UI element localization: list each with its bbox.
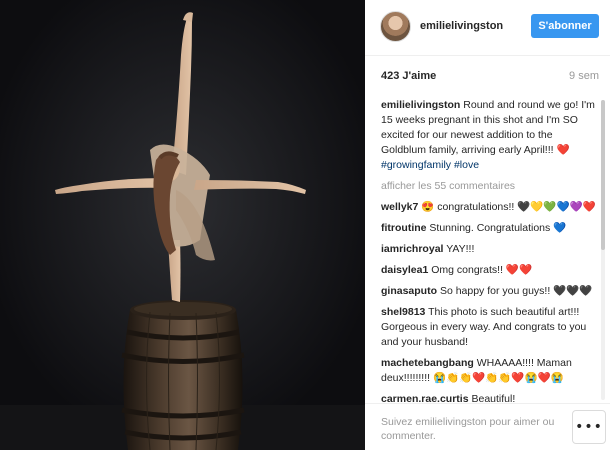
more-options-icon[interactable]: ••• (572, 410, 606, 444)
post-time[interactable]: 9 sem (569, 70, 599, 82)
comment-text: Beautiful! (471, 393, 516, 403)
caption-username[interactable]: emilielivingston (381, 99, 460, 111)
comment-item: shel9813 This photo is such beautiful ar… (381, 305, 599, 350)
profile-avatar[interactable] (380, 11, 411, 42)
post-stats: 423 J'aime 9 sem (381, 70, 599, 86)
comment-item: daisylea1 Omg congrats!! ❤️❤️ (381, 263, 599, 278)
dancer-on-barrel-image (0, 0, 365, 450)
comment-item: iamrichroyal YAY!!! (381, 242, 599, 257)
comment-username[interactable]: fitroutine (381, 222, 427, 234)
login-prompt[interactable]: Suivez emilielivingston pour aimer ou co… (381, 415, 561, 443)
comment-username[interactable]: wellyk7 (381, 201, 418, 213)
comment-item: ginasaputo So happy for you guys!! 🖤🖤🖤 (381, 284, 599, 299)
comment-text: Omg congrats!! ❤️❤️ (431, 264, 533, 276)
comment-username[interactable]: shel9813 (381, 306, 425, 318)
caption-hashtags[interactable]: #growingfamily #love (381, 159, 479, 171)
follow-button[interactable]: S'abonner (531, 14, 599, 38)
scrollbar-thumb[interactable] (601, 100, 605, 250)
post-header: emilielivingston S'abonner (365, 0, 610, 56)
likes-count[interactable]: 423 J'aime (381, 70, 436, 82)
comment-item: wellyk7 😍 congratulations!! 🖤💛💚💙💜❤️ (381, 200, 599, 215)
comment-text: YAY!!! (446, 243, 475, 255)
comment-item: carmen.rae.curtis Beautiful! (381, 392, 599, 403)
comments-list[interactable]: emilielivingston Round and round we go! … (381, 98, 599, 403)
view-all-comments-link[interactable]: afficher les 55 commentaires (381, 179, 599, 194)
comment-text: So happy for you guys!! 🖤🖤🖤 (439, 285, 593, 297)
comment-username[interactable]: carmen.rae.curtis (381, 393, 469, 403)
comment-text: Stunning. Congratulations 💙 (429, 222, 567, 234)
comment-text: 😍 congratulations!! 🖤💛💚💙💜❤️ (421, 201, 596, 213)
post-author-username[interactable]: emilielivingston (420, 20, 503, 32)
caption: emilielivingston Round and round we go! … (381, 98, 599, 173)
comment-username[interactable]: machetebangbang (381, 357, 474, 369)
comment-username[interactable]: ginasaputo (381, 285, 437, 297)
comment-username[interactable]: iamrichroyal (381, 243, 443, 255)
comment-item: fitroutine Stunning. Congratulations 💙 (381, 221, 599, 236)
post-footer: Suivez emilielivingston pour aimer ou co… (365, 403, 610, 450)
post-photo[interactable] (0, 0, 365, 450)
post-side-panel: emilielivingston S'abonner 423 J'aime 9 … (365, 0, 610, 450)
comment-username[interactable]: daisylea1 (381, 264, 428, 276)
comments-scrollbar[interactable] (601, 100, 605, 400)
comment-item: machetebangbang WHAAAA!!!! Maman deux!!!… (381, 356, 599, 386)
